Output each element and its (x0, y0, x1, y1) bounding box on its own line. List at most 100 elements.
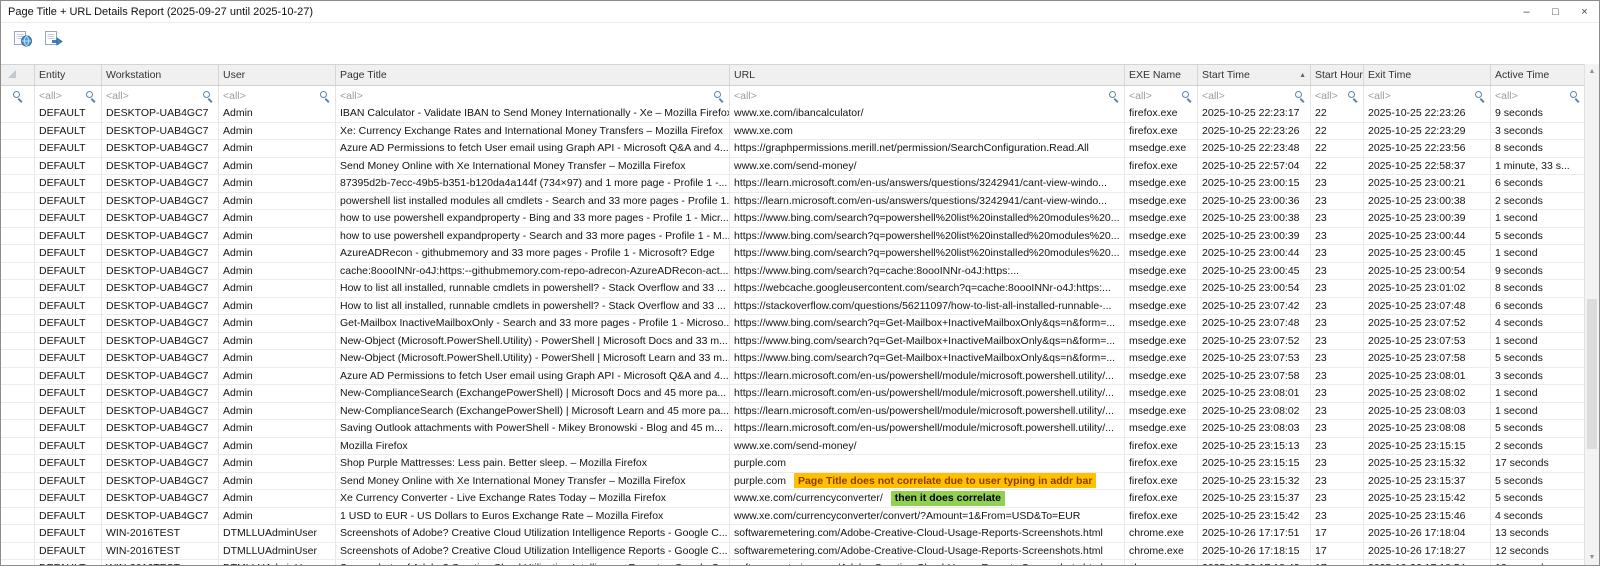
minimize-button[interactable]: – (1512, 1, 1541, 22)
filter-cell-workstation[interactable]: <all> (102, 86, 219, 106)
vertical-scrollbar[interactable]: ▲ ▼ (1584, 64, 1599, 565)
search-filter-icon[interactable] (201, 90, 214, 103)
filter-cell-url[interactable]: <all> (730, 86, 1125, 106)
table-row[interactable]: DEFAULTDESKTOP-UAB4GC7AdminSend Money On… (1, 158, 1586, 176)
search-filter-icon[interactable] (1293, 90, 1306, 103)
table-row[interactable]: DEFAULTDESKTOP-UAB4GC7AdminShop Purple M… (1, 455, 1586, 473)
table-row[interactable]: DEFAULTDESKTOP-UAB4GC7AdminAzureADRecon … (1, 245, 1586, 263)
table-row[interactable]: DEFAULTWIN-2016TESTDTMLLUAdminUserScreen… (1, 525, 1586, 543)
row-selector-cell[interactable] (1, 210, 35, 227)
search-filter-icon[interactable] (1180, 90, 1193, 103)
table-row[interactable]: DEFAULTDESKTOP-UAB4GC7AdminXe: Currency … (1, 123, 1586, 141)
table-row[interactable]: DEFAULTDESKTOP-UAB4GC7AdminNew-Complianc… (1, 385, 1586, 403)
maximize-button[interactable]: □ (1541, 1, 1570, 22)
close-button[interactable]: × (1570, 1, 1599, 22)
column-header-exit-time[interactable]: Exit Time (1364, 65, 1491, 85)
search-filter-icon[interactable] (84, 90, 97, 103)
row-selector-cell[interactable] (1, 473, 35, 490)
cell-active_time: 5 seconds (1491, 490, 1586, 507)
search-filter-icon[interactable] (1568, 90, 1581, 103)
row-selector-cell[interactable] (1, 455, 35, 472)
column-header-start-hour[interactable]: Start Hour (1311, 65, 1364, 85)
table-row[interactable]: DEFAULTDESKTOP-UAB4GC7Adminhow to use po… (1, 228, 1586, 246)
table-row[interactable]: DEFAULTDESKTOP-UAB4GC7AdminSaving Outloo… (1, 420, 1586, 438)
table-row[interactable]: DEFAULTDESKTOP-UAB4GC7AdminMozilla Firef… (1, 438, 1586, 456)
row-selector-cell[interactable] (1, 175, 35, 192)
search-filter-icon[interactable] (1107, 90, 1120, 103)
row-selector-cell[interactable] (1, 193, 35, 210)
column-header-page-title[interactable]: Page Title (336, 65, 730, 85)
row-selector-cell[interactable] (1, 543, 35, 560)
row-selector-cell[interactable] (1, 525, 35, 542)
table-row[interactable]: DEFAULTWIN-2016TESTDTMLLUAdminUserScreen… (1, 560, 1586, 565)
row-selector-cell[interactable] (1, 298, 35, 315)
filter-cell-exe-name[interactable]: <all> (1125, 86, 1198, 106)
row-selector-cell[interactable] (1, 140, 35, 157)
row-selector-cell[interactable] (1, 403, 35, 420)
table-row[interactable]: DEFAULTDESKTOP-UAB4GC7AdminAzure AD Perm… (1, 368, 1586, 386)
row-selector-cell[interactable] (1, 508, 35, 525)
table-row[interactable]: DEFAULTDESKTOP-UAB4GC7Admin87395d2b-7ecc… (1, 175, 1586, 193)
table-row[interactable]: DEFAULTDESKTOP-UAB4GC7AdminSend Money On… (1, 473, 1586, 491)
row-selector-header[interactable] (1, 65, 35, 85)
row-selector-cell[interactable] (1, 333, 35, 350)
row-selector-cell[interactable] (1, 123, 35, 140)
filter-cell-page-title[interactable]: <all> (336, 86, 730, 106)
row-selector-cell[interactable] (1, 368, 35, 385)
column-header-workstation[interactable]: Workstation (102, 65, 219, 85)
row-selector-cell[interactable] (1, 158, 35, 175)
filter-cell-active-time[interactable]: <all> (1491, 86, 1586, 106)
scrollbar-thumb[interactable] (1587, 299, 1597, 449)
row-selector-cell[interactable] (1, 420, 35, 437)
table-row[interactable]: DEFAULTDESKTOP-UAB4GC7AdminNew-Complianc… (1, 403, 1586, 421)
search-filter-icon[interactable] (1346, 90, 1359, 103)
column-header-exe-name[interactable]: EXE Name (1125, 65, 1198, 85)
export-file-button[interactable] (41, 27, 67, 51)
filter-cell-entity[interactable]: <all> (35, 86, 102, 106)
table-row[interactable]: DEFAULTDESKTOP-UAB4GC7Adminpowershell li… (1, 193, 1586, 211)
cell-text: Xe: Currency Exchange Rates and Internat… (340, 125, 723, 137)
search-filter-icon[interactable] (712, 90, 725, 103)
table-row[interactable]: DEFAULTWIN-2016TESTDTMLLUAdminUserScreen… (1, 543, 1586, 561)
row-selector-cell[interactable] (1, 490, 35, 507)
filter-cell-start-hour[interactable]: <all> (1311, 86, 1364, 106)
row-selector-cell[interactable] (1, 560, 35, 565)
column-header-url[interactable]: URL (730, 65, 1125, 85)
scroll-up-icon[interactable]: ▲ (1585, 64, 1599, 79)
search-filter-icon[interactable] (318, 90, 331, 103)
search-filter-icon[interactable] (1473, 90, 1486, 103)
column-header-active-time[interactable]: Active Time (1491, 65, 1586, 85)
row-selector-cell[interactable] (1, 245, 35, 262)
table-row[interactable]: DEFAULTDESKTOP-UAB4GC7AdminHow to list a… (1, 298, 1586, 316)
table-row[interactable]: DEFAULTDESKTOP-UAB4GC7Adminhow to use po… (1, 210, 1586, 228)
table-row[interactable]: DEFAULTDESKTOP-UAB4GC7AdminNew-Object (M… (1, 333, 1586, 351)
row-filter-cell[interactable] (1, 86, 35, 106)
column-header-user[interactable]: User (219, 65, 336, 85)
row-selector-cell[interactable] (1, 280, 35, 297)
table-row[interactable]: DEFAULTDESKTOP-UAB4GC7AdminIBAN Calculat… (1, 105, 1586, 123)
table-row[interactable]: DEFAULTDESKTOP-UAB4GC7AdminGet-Mailbox I… (1, 315, 1586, 333)
filter-cell-start-time[interactable]: <all> (1198, 86, 1311, 106)
table-row[interactable]: DEFAULTDESKTOP-UAB4GC7AdminNew-Object (M… (1, 350, 1586, 368)
row-selector-cell[interactable] (1, 350, 35, 367)
table-row[interactable]: DEFAULTDESKTOP-UAB4GC7Admin1 USD to EUR … (1, 508, 1586, 526)
cell-text: msedge.exe (1129, 212, 1186, 224)
scroll-down-icon[interactable]: ▼ (1585, 550, 1599, 565)
filter-cell-exit-time[interactable]: <all> (1364, 86, 1491, 106)
row-selector-cell[interactable] (1, 105, 35, 122)
row-selector-cell[interactable] (1, 385, 35, 402)
cell-text: 23 (1315, 492, 1327, 504)
export-web-report-button[interactable] (10, 27, 36, 51)
row-selector-cell[interactable] (1, 315, 35, 332)
column-header-start-time[interactable]: Start Time▲ (1198, 65, 1311, 85)
filter-cell-user[interactable]: <all> (219, 86, 336, 106)
row-selector-cell[interactable] (1, 263, 35, 280)
table-row[interactable]: DEFAULTDESKTOP-UAB4GC7Admincache:8oooINN… (1, 263, 1586, 281)
search-filter-icon[interactable] (11, 90, 24, 103)
column-header-entity[interactable]: Entity (35, 65, 102, 85)
row-selector-cell[interactable] (1, 438, 35, 455)
row-selector-cell[interactable] (1, 228, 35, 245)
table-row[interactable]: DEFAULTDESKTOP-UAB4GC7AdminHow to list a… (1, 280, 1586, 298)
table-row[interactable]: DEFAULTDESKTOP-UAB4GC7AdminXe Currency C… (1, 490, 1586, 508)
table-row[interactable]: DEFAULTDESKTOP-UAB4GC7AdminAzure AD Perm… (1, 140, 1586, 158)
